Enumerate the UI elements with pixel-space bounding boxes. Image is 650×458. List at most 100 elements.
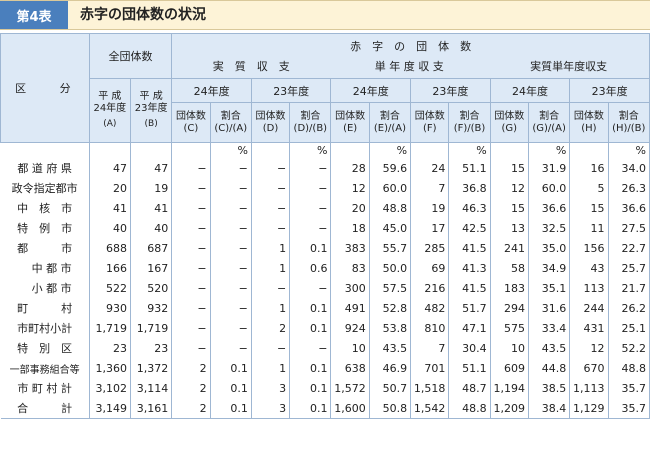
table-cell: 16 — [569, 158, 609, 178]
table-cell: 18 — [330, 218, 370, 238]
table-cell: 47 — [129, 158, 173, 178]
table-cell: 1,194 — [489, 378, 529, 398]
table-cell: 638 — [330, 358, 370, 378]
table-cell: 12 — [489, 178, 529, 198]
table-cell: 44.8 — [527, 358, 571, 378]
table-cell: − — [171, 158, 211, 178]
row-label: 都 道 府 県 — [0, 158, 90, 178]
table-cell: − — [250, 158, 291, 178]
table-cell: 1,518 — [410, 378, 450, 398]
jisshitsu-fy24: 24年度 — [171, 78, 252, 103]
table-cell: 1 — [250, 238, 291, 258]
table-row: 一部事務組合等 1,360 1,372 2 0.1 1 0.1 638 46.9 701 51.1 6… — [0, 358, 650, 378]
jisshitsu-tannendo-header: 実質単年度収支 — [530, 60, 608, 73]
all-groups-header: 全団体数 — [88, 33, 173, 79]
table-cell: 1,719 — [129, 318, 173, 338]
table-cell: 1,600 — [330, 398, 370, 419]
wariai-fb: 割合 (F)/(B) — [448, 102, 491, 143]
pct-unit: % — [448, 142, 491, 158]
table-cell: 383 — [330, 238, 370, 258]
table-cell: 47.1 — [448, 318, 491, 338]
table-cell: 25.1 — [607, 318, 650, 338]
table-cell: 241 — [489, 238, 529, 258]
table-cell: 924 — [330, 318, 370, 338]
table-cell: 1,209 — [489, 398, 529, 419]
table-cell: 38.4 — [527, 398, 571, 419]
row-label: 合 計 — [0, 398, 90, 419]
table-cell: 52.8 — [368, 298, 412, 318]
table-cell: 20 — [88, 178, 131, 198]
table-cell: 40 — [129, 218, 173, 238]
deficit-table: 区 分 全団体数 赤 字 の 団 体 数 実 質 収 支 単 年 度 収 支 実… — [0, 33, 650, 419]
table-cell: 294 — [489, 298, 529, 318]
table-cell: 48.8 — [368, 198, 412, 218]
tannendo-fy24: 24年度 — [330, 78, 412, 103]
row-label: 中 都 市 — [0, 258, 90, 278]
table-cell: 36.6 — [527, 198, 571, 218]
table-cell: − — [171, 338, 211, 358]
table-cell: 5 — [569, 178, 609, 198]
table-row: 政令指定都市 20 19− − − −12 60.0 7 36.8 12 60.0 5 26.3 — [0, 178, 650, 198]
dantaisu-c: 団体数 (C) — [171, 102, 211, 143]
table-cell: 431 — [569, 318, 609, 338]
table-cell: 0.1 — [289, 238, 332, 258]
table-cell: − — [171, 178, 211, 198]
table-cell: 57.5 — [368, 278, 412, 298]
jisshitsu-fy23: 23年度 — [250, 78, 332, 103]
table-cell: 34.0 — [607, 158, 650, 178]
table-cell: 20 — [330, 198, 370, 218]
pct-unit: % — [527, 142, 571, 158]
table-cell: 3 — [250, 378, 291, 398]
table-cell: 10 — [330, 338, 370, 358]
table-cell: − — [209, 338, 252, 358]
table-cell: 1,719 — [88, 318, 131, 338]
row-label: 小 都 市 — [0, 278, 90, 298]
table-cell: − — [171, 298, 211, 318]
percent-unit-row: % % % % % % — [0, 142, 650, 158]
table-cell: 183 — [489, 278, 529, 298]
table-cell: − — [209, 158, 252, 178]
tannendo-header: 単 年 度 収 支 — [374, 60, 444, 73]
table-cell: 59.6 — [368, 158, 412, 178]
table-cell: − — [209, 318, 252, 338]
table-cell: 3 — [250, 398, 291, 419]
table-row: 都 市 688 687− −1 0.1 383 55.7 285 41.5 241 35.0 156 2… — [0, 238, 650, 258]
row-label: 都 市 — [0, 238, 90, 258]
table-cell: 31.6 — [527, 298, 571, 318]
table-cell: 0.1 — [209, 378, 252, 398]
table-cell: − — [250, 198, 291, 218]
table-row: 特 別 区 23 23− − − −10 43.5 7 30.4 10 43.5 12 52.2 — [0, 338, 650, 358]
table-cell: 3,149 — [88, 398, 131, 419]
table-cell: − — [289, 198, 332, 218]
table-cell: 35.0 — [527, 238, 571, 258]
table-cell: 27.5 — [607, 218, 650, 238]
table-cell: 35.7 — [607, 378, 650, 398]
table-cell: 930 — [88, 298, 131, 318]
table-cell: 53.8 — [368, 318, 412, 338]
table-cell: 1,129 — [569, 398, 609, 419]
table-cell: − — [250, 338, 291, 358]
table-cell: 1,372 — [129, 358, 173, 378]
row-label: 町 村 — [0, 298, 90, 318]
table-cell: 10 — [489, 338, 529, 358]
table-cell: 36.8 — [448, 178, 491, 198]
jisshitsu-header: 実 質 収 支 — [212, 60, 290, 73]
table-cell: 1,572 — [330, 378, 370, 398]
table-cell: 113 — [569, 278, 609, 298]
table-cell: − — [250, 278, 291, 298]
pct-unit: % — [607, 142, 650, 158]
jisshitsu-tannendo-fy24: 24年度 — [489, 78, 571, 103]
table-row: 市町村小計 1,719 1,719− −2 0.1 924 53.8 810 47.1 575 33… — [0, 318, 650, 338]
table-cell: 33.4 — [527, 318, 571, 338]
deficit-table-container: 区 分 全団体数 赤 字 の 団 体 数 実 質 収 支 単 年 度 収 支 実… — [0, 33, 650, 419]
table-cell: − — [289, 158, 332, 178]
table-cell: 35.1 — [527, 278, 571, 298]
table-cell: − — [250, 218, 291, 238]
table-cell: − — [289, 338, 332, 358]
table-cell: 482 — [410, 298, 450, 318]
table-cell: 522 — [88, 278, 131, 298]
table-cell: 2 — [250, 318, 291, 338]
table-cell: 0.1 — [289, 358, 332, 378]
kubun-header: 区 分 — [0, 33, 90, 143]
table-row: 町 村 930 932− −1 0.1 491 52.8 482 51.7 294 31.6 244 2… — [0, 298, 650, 318]
